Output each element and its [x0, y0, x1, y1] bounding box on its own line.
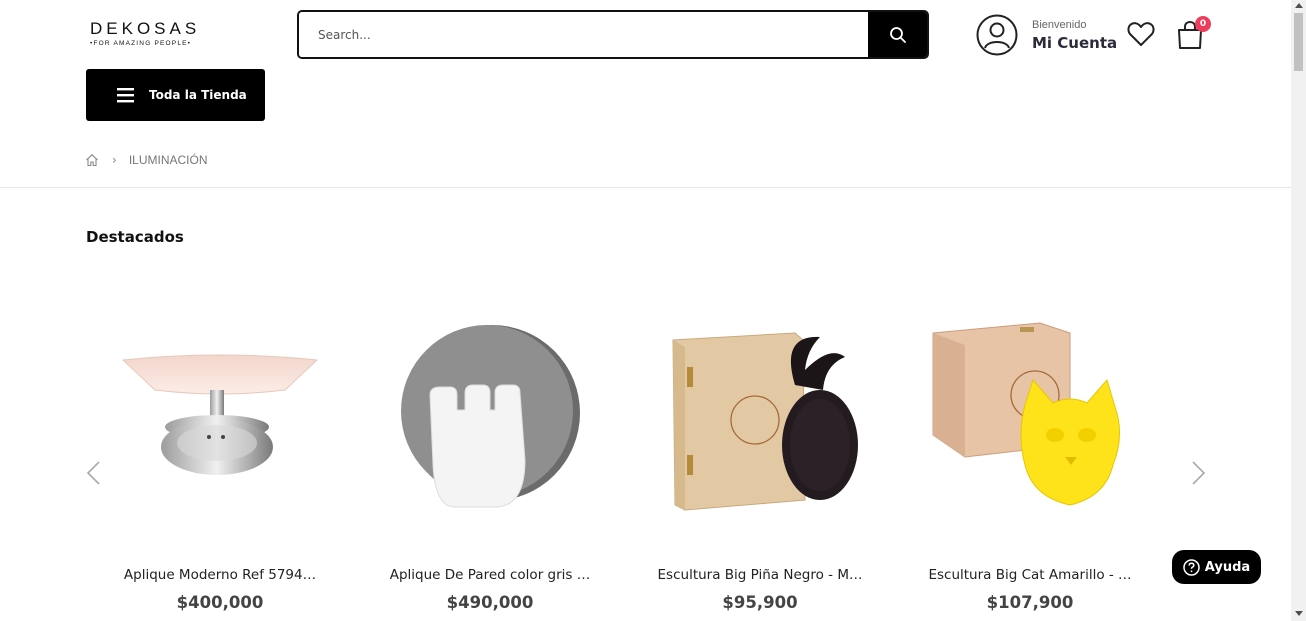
- search-input[interactable]: [299, 12, 868, 57]
- help-icon: [1183, 558, 1200, 576]
- search-icon: [889, 26, 906, 43]
- my-account-label: Mi Cuenta: [1032, 33, 1118, 52]
- product-card[interactable]: Aplique De Pared color gris … $490,000: [375, 295, 605, 612]
- user-icon: [976, 14, 1018, 56]
- scroll-down-icon[interactable]: [1295, 611, 1303, 616]
- product-card[interactable]: Aplique Moderno Ref 5794… $400,000: [105, 295, 335, 612]
- scroll-thumb[interactable]: [1294, 13, 1303, 71]
- product-name[interactable]: Escultura Big Piña Negro - M…: [645, 567, 875, 583]
- product-image[interactable]: [645, 295, 875, 535]
- product-price: $95,900: [722, 593, 798, 612]
- product-price: $400,000: [176, 593, 264, 612]
- heart-icon[interactable]: [1127, 21, 1155, 47]
- divider: [0, 187, 1291, 188]
- product-image[interactable]: [105, 295, 335, 535]
- product-name[interactable]: Aplique Moderno Ref 5794…: [105, 567, 335, 583]
- search-bar: [297, 10, 929, 59]
- home-icon[interactable]: [85, 153, 99, 167]
- chevron-right-icon[interactable]: [1188, 460, 1208, 486]
- all-store-label: Toda la Tienda: [149, 88, 247, 102]
- product-card[interactable]: Escultura Big Cat Amarillo - … $107,900: [915, 295, 1145, 612]
- search-button[interactable]: [868, 12, 927, 57]
- logo-tagline: •FOR AMAZING PEOPLE•: [90, 40, 192, 47]
- help-button[interactable]: Ayuda: [1172, 550, 1261, 584]
- breadcrumb-current: ILUMINACIÓN: [128, 153, 208, 167]
- all-store-button[interactable]: Toda la Tienda: [86, 69, 265, 121]
- section-title: Destacados: [86, 228, 184, 246]
- product-image[interactable]: [915, 295, 1145, 535]
- product-card[interactable]: Escultura Big Piña Negro - M… $95,900: [645, 295, 875, 612]
- account-text: Bienvenido Mi Cuenta: [1032, 19, 1117, 52]
- breadcrumb: › ILUMINACIÓN: [85, 153, 208, 167]
- product-price: $107,900: [986, 593, 1074, 612]
- scrollbar[interactable]: [1291, 0, 1306, 621]
- product-name[interactable]: Aplique De Pared color gris …: [375, 567, 605, 583]
- logo[interactable]: DEKOSAS •FOR AMAZING PEOPLE•: [90, 19, 210, 48]
- account-link[interactable]: Bienvenido Mi Cuenta: [976, 14, 1117, 56]
- product-image[interactable]: [375, 295, 605, 535]
- menu-icon: [117, 88, 134, 103]
- welcome-label: Bienvenido: [1032, 18, 1087, 31]
- cart-count-badge: 0: [1195, 16, 1211, 32]
- help-label: Ayuda: [1204, 559, 1251, 575]
- product-price: $490,000: [446, 593, 534, 612]
- product-name[interactable]: Escultura Big Cat Amarillo - …: [915, 567, 1145, 583]
- chevron-right-icon: ›: [112, 153, 117, 167]
- logo-text: DEKOSAS: [90, 19, 201, 38]
- page: DEKOSAS •FOR AMAZING PEOPLE• Bienvenido …: [0, 0, 1306, 621]
- chevron-left-icon[interactable]: [84, 460, 104, 486]
- scroll-up-icon[interactable]: [1295, 3, 1303, 8]
